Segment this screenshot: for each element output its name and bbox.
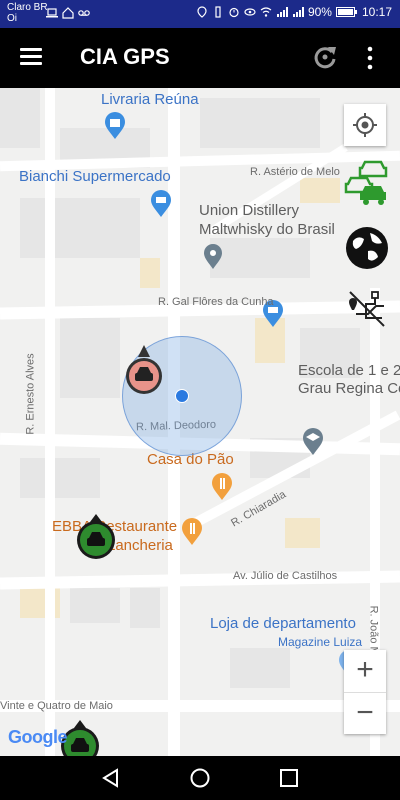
map-block <box>130 588 160 628</box>
voicemail-icon <box>78 10 90 16</box>
battery-percent: 90% <box>307 5 332 19</box>
shopping-cart-pin-icon[interactable] <box>150 190 172 218</box>
vibrate-icon <box>215 6 221 18</box>
signal-icon <box>276 7 288 17</box>
street-label: R. Gal Flôres da Cunha <box>158 296 274 308</box>
my-location-button[interactable] <box>344 104 386 146</box>
poi-label[interactable]: Magazine Luiza <box>278 635 362 649</box>
app-bar: CIA GPS <box>0 28 400 88</box>
map-block <box>0 88 40 148</box>
road <box>45 88 55 756</box>
status-bar: Claro BR Oi 90% 10:17 <box>0 0 400 28</box>
wifi-icon <box>260 7 272 17</box>
carrier-secondary: Oi <box>7 13 17 24</box>
menu-button[interactable] <box>20 48 42 66</box>
vehicle-marker-icon[interactable] <box>124 343 164 399</box>
zoom-out-button[interactable]: − <box>344 693 386 734</box>
map-block <box>60 318 120 398</box>
hamburger-icon-bar <box>20 62 42 65</box>
poi-label[interactable]: Union Distillery <box>199 202 299 219</box>
map-block <box>20 458 100 498</box>
restaurant-pin-icon[interactable] <box>181 518 203 546</box>
system-icons: 90% 10:17 <box>196 5 392 19</box>
refresh-icon[interactable] <box>312 44 338 70</box>
street-label: Vinte e Quatro de Maio <box>0 700 113 712</box>
place-pin-icon[interactable] <box>203 244 223 270</box>
map-view[interactable]: Livraria Reúna Bianchi Supermercado Unio… <box>0 88 400 756</box>
map-block <box>230 648 290 688</box>
app-title: CIA GPS <box>80 44 170 69</box>
vehicle-marker-icon[interactable] <box>76 514 116 560</box>
home-circle-icon[interactable] <box>189 767 211 789</box>
zoom-controls: + − <box>344 650 386 734</box>
route-off-icon[interactable] <box>346 288 388 330</box>
crosshair-icon <box>353 113 377 137</box>
zoom-in-button[interactable]: + <box>344 650 386 693</box>
road <box>0 570 400 590</box>
street-label: Av. Júlio de Castilhos <box>233 570 338 582</box>
map-block <box>210 238 310 278</box>
street-label: R. Ernesto Alves <box>24 353 37 435</box>
poi-label[interactable]: Bianchi Supermercado <box>19 168 171 185</box>
eye-icon <box>244 8 256 16</box>
map-block <box>20 198 140 258</box>
poi-label[interactable]: Loja de departamento <box>210 615 356 632</box>
poi-label[interactable]: Maltwhisky do Brasil <box>199 221 335 238</box>
hamburger-icon-bar <box>20 48 42 51</box>
navigation-bar <box>0 756 400 800</box>
poi-label[interactable]: Lancheria <box>107 537 173 554</box>
location-icon <box>197 6 207 18</box>
poi-label[interactable]: Grau Regina Co <box>298 380 400 397</box>
home-icon <box>62 7 74 19</box>
carrier-info: Claro BR Oi <box>7 2 48 24</box>
my-location-dot <box>175 389 189 403</box>
more-options-icon[interactable] <box>366 46 374 70</box>
clock: 10:17 <box>361 5 392 19</box>
map-block <box>285 518 320 548</box>
map-block <box>300 178 340 203</box>
battery-icon <box>335 7 357 17</box>
notification-icons <box>46 7 90 19</box>
carrier-primary: Claro BR <box>7 2 48 13</box>
laptop-icon <box>46 8 58 18</box>
school-pin-icon[interactable] <box>302 428 324 456</box>
google-logo: Google <box>8 727 68 748</box>
poi-label[interactable]: Livraria Reúna <box>101 91 199 108</box>
signal-icon <box>292 7 304 17</box>
hamburger-icon-bar <box>20 55 42 58</box>
street-label: R. Astério de Melo <box>250 166 340 178</box>
restaurant-pin-icon[interactable] <box>211 473 233 501</box>
alarm-icon <box>229 7 239 18</box>
map-block <box>140 258 160 288</box>
vehicle-fleet-icon[interactable] <box>344 158 390 206</box>
map-block <box>200 98 320 148</box>
shopping-bag-pin-icon[interactable] <box>104 112 126 140</box>
map-block <box>70 588 120 623</box>
google-logo-text: Google <box>8 727 68 747</box>
poi-label[interactable]: Escola de 1 e 2 <box>298 362 400 379</box>
recent-apps-icon[interactable] <box>278 767 300 789</box>
back-icon[interactable] <box>100 767 122 789</box>
globe-icon[interactable] <box>344 225 390 271</box>
